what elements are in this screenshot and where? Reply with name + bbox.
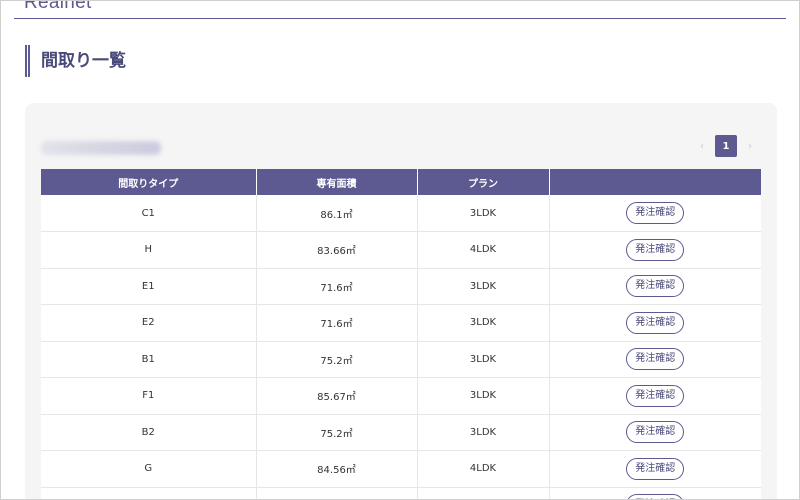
browser-viewport: Realnet 間取り一覧 ‹ 1 › 間取りタイプ 専有面積 プラン C1 8… xyxy=(0,0,800,500)
cell-action: 発注確認 xyxy=(549,377,761,415)
order-confirm-button[interactable]: 発注確認 xyxy=(626,275,685,298)
order-confirm-button[interactable]: 発注確認 xyxy=(626,384,685,407)
order-confirm-button[interactable]: 発注確認 xyxy=(626,238,685,261)
page-title: 間取り一覧 xyxy=(25,45,126,77)
order-confirm-button[interactable]: 発注確認 xyxy=(626,457,685,480)
cell-area: 71.6㎡ xyxy=(256,268,418,305)
pagination-page-current[interactable]: 1 xyxy=(715,135,737,157)
cell-plan: 3LDK xyxy=(417,414,550,451)
table-row: B1 75.2㎡ 3LDK 発注確認 xyxy=(41,341,761,378)
cell-plan: 3LDK xyxy=(417,341,550,378)
floorplan-panel: ‹ 1 › 間取りタイプ 専有面積 プラン C1 86.1㎡ 3LDK 発注確認 xyxy=(25,103,777,499)
cell-area: 83.66㎡ xyxy=(256,231,418,269)
cell-type: B1 xyxy=(41,341,257,378)
blurred-property-label xyxy=(41,141,161,155)
cell-action: 発注確認 xyxy=(549,304,761,342)
column-header-area: 専有面積 xyxy=(256,169,418,195)
cell-plan: 3LDK xyxy=(417,268,550,305)
cell-type: C1 xyxy=(41,195,257,232)
table-row: H 83.66㎡ 4LDK 発注確認 xyxy=(41,231,761,269)
cell-plan: 4LDK xyxy=(417,231,550,269)
order-confirm-button[interactable]: 発注確認 xyxy=(626,494,685,499)
cell-plan: 3LDK xyxy=(417,195,550,232)
table-row: E1 71.6㎡ 3LDK 発注確認 xyxy=(41,268,761,305)
floorplan-table: 間取りタイプ 専有面積 プラン C1 86.1㎡ 3LDK 発注確認 H 83.… xyxy=(41,169,761,499)
cell-action: 発注確認 xyxy=(549,414,761,451)
cell-type: E1 xyxy=(41,268,257,305)
cell-area: 75.2㎡ xyxy=(256,414,418,451)
cell-action: 発注確認 xyxy=(549,487,761,499)
cell-plan: 3LDK xyxy=(417,304,550,342)
cell-plan: 4LDK xyxy=(417,450,550,488)
order-confirm-button[interactable]: 発注確認 xyxy=(626,311,685,334)
cell-type: E2 xyxy=(41,304,257,342)
cell-area xyxy=(256,487,418,499)
cell-plan xyxy=(417,487,550,499)
table-row: B2 75.2㎡ 3LDK 発注確認 xyxy=(41,414,761,451)
cell-type xyxy=(41,487,257,499)
cell-area: 84.56㎡ xyxy=(256,450,418,488)
column-header-type: 間取りタイプ xyxy=(41,169,257,195)
table-row: 発注確認 xyxy=(41,487,761,499)
site-logo[interactable]: Realnet xyxy=(24,1,92,14)
cell-area: 86.1㎡ xyxy=(256,195,418,232)
pagination-next-chevron-icon[interactable]: › xyxy=(739,135,761,157)
column-header-action xyxy=(549,169,761,195)
site-header: Realnet xyxy=(14,1,786,19)
cell-action: 発注確認 xyxy=(549,450,761,488)
table-row: C1 86.1㎡ 3LDK 発注確認 xyxy=(41,195,761,232)
table-row: F1 85.67㎡ 3LDK 発注確認 xyxy=(41,377,761,415)
cell-type: B2 xyxy=(41,414,257,451)
column-header-plan: プラン xyxy=(417,169,550,195)
pagination: ‹ 1 › xyxy=(691,135,761,157)
order-confirm-button[interactable]: 発注確認 xyxy=(626,421,685,444)
table-body: C1 86.1㎡ 3LDK 発注確認 H 83.66㎡ 4LDK 発注確認 E1… xyxy=(41,195,761,499)
cell-plan: 3LDK xyxy=(417,377,550,415)
order-confirm-button[interactable]: 発注確認 xyxy=(626,348,685,371)
cell-type: G xyxy=(41,450,257,488)
cell-action: 発注確認 xyxy=(549,231,761,269)
order-confirm-button[interactable]: 発注確認 xyxy=(626,202,685,224)
pagination-prev-chevron-icon[interactable]: ‹ xyxy=(691,135,713,157)
cell-type: H xyxy=(41,231,257,269)
table-header-row: 間取りタイプ 専有面積 プラン xyxy=(41,169,761,195)
cell-area: 71.6㎡ xyxy=(256,304,418,342)
table-row: G 84.56㎡ 4LDK 発注確認 xyxy=(41,450,761,488)
cell-area: 75.2㎡ xyxy=(256,341,418,378)
cell-type: F1 xyxy=(41,377,257,415)
cell-action: 発注確認 xyxy=(549,268,761,305)
cell-action: 発注確認 xyxy=(549,195,761,232)
cell-area: 85.67㎡ xyxy=(256,377,418,415)
table-row: E2 71.6㎡ 3LDK 発注確認 xyxy=(41,304,761,342)
cell-action: 発注確認 xyxy=(549,341,761,378)
